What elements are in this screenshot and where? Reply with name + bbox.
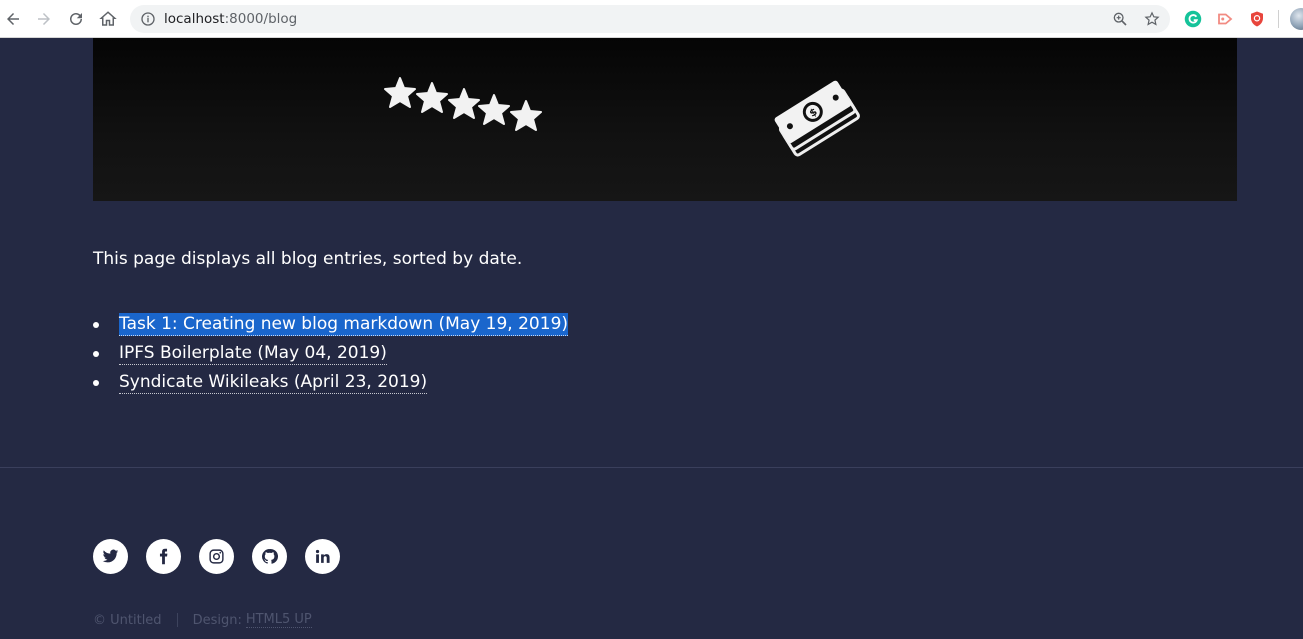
info-icon[interactable]	[140, 11, 156, 27]
list-item: Task 1: Creating new blog markdown (May …	[93, 313, 569, 342]
reload-button[interactable]	[65, 8, 87, 30]
github-button[interactable]	[252, 539, 287, 574]
home-button[interactable]	[97, 8, 119, 30]
reload-icon	[70, 13, 82, 25]
grammarly-icon[interactable]	[1184, 10, 1202, 28]
money-stack-icon: $	[774, 80, 860, 157]
shield-icon[interactable]	[1248, 10, 1266, 28]
design-credit-link[interactable]: HTML5 UP	[245, 612, 312, 628]
tab-strip-gap	[780, 0, 878, 3]
section-divider	[0, 467, 1303, 468]
instagram-icon	[209, 549, 224, 564]
browser-toolbar: localhost:8000/blog	[0, 0, 1303, 38]
forward-button[interactable]	[33, 8, 55, 30]
blog-post-link[interactable]: Syndicate Wikileaks (April 23, 2019)	[119, 371, 428, 394]
twitter-icon	[102, 549, 119, 563]
linkedin-button[interactable]	[305, 539, 340, 574]
back-button[interactable]	[2, 8, 24, 30]
address-bar[interactable]: localhost:8000/blog	[130, 5, 1170, 33]
facebook-button[interactable]	[146, 539, 181, 574]
page-intro: This page displays all blog entries, sor…	[93, 249, 523, 269]
copyright-text: © Untitled	[93, 612, 162, 628]
toolbar-separator	[1278, 10, 1279, 28]
list-item: Syndicate Wikileaks (April 23, 2019)	[93, 371, 568, 400]
blog-post-link[interactable]: IPFS Boilerplate (May 04, 2019)	[119, 342, 387, 365]
banner-image: $	[93, 38, 1237, 201]
copyright: © Untitled Design: HTML5 UP	[93, 612, 312, 628]
blog-post-link[interactable]: Task 1: Creating new blog markdown (May …	[119, 313, 569, 336]
design-label: Design:	[192, 612, 242, 628]
profile-avatar[interactable]	[1290, 8, 1303, 30]
url-host: localhost	[164, 11, 225, 27]
url-path: :8000/blog	[224, 11, 298, 27]
blog-post-list: Task 1: Creating new blog markdown (May …	[93, 313, 569, 400]
bullet-icon	[93, 351, 99, 357]
github-icon	[261, 548, 278, 564]
linkedin-icon	[315, 549, 330, 563]
instagram-button[interactable]	[199, 539, 234, 574]
five-stars-icon	[384, 77, 542, 131]
facebook-icon	[159, 548, 168, 565]
zoom-icon[interactable]	[1112, 11, 1128, 27]
twitter-button[interactable]	[93, 539, 128, 574]
extension-icon[interactable]	[1216, 10, 1234, 28]
bullet-icon	[93, 322, 99, 328]
list-item: IPFS Boilerplate (May 04, 2019)	[93, 342, 568, 371]
social-links	[93, 539, 358, 574]
home-icon	[99, 11, 117, 26]
forward-arrow-icon	[38, 13, 50, 25]
back-arrow-icon	[7, 13, 19, 25]
bullet-icon	[93, 380, 99, 386]
star-icon[interactable]	[1144, 11, 1160, 27]
copyright-separator	[176, 613, 178, 627]
url-text[interactable]: localhost:8000/blog	[164, 11, 297, 27]
